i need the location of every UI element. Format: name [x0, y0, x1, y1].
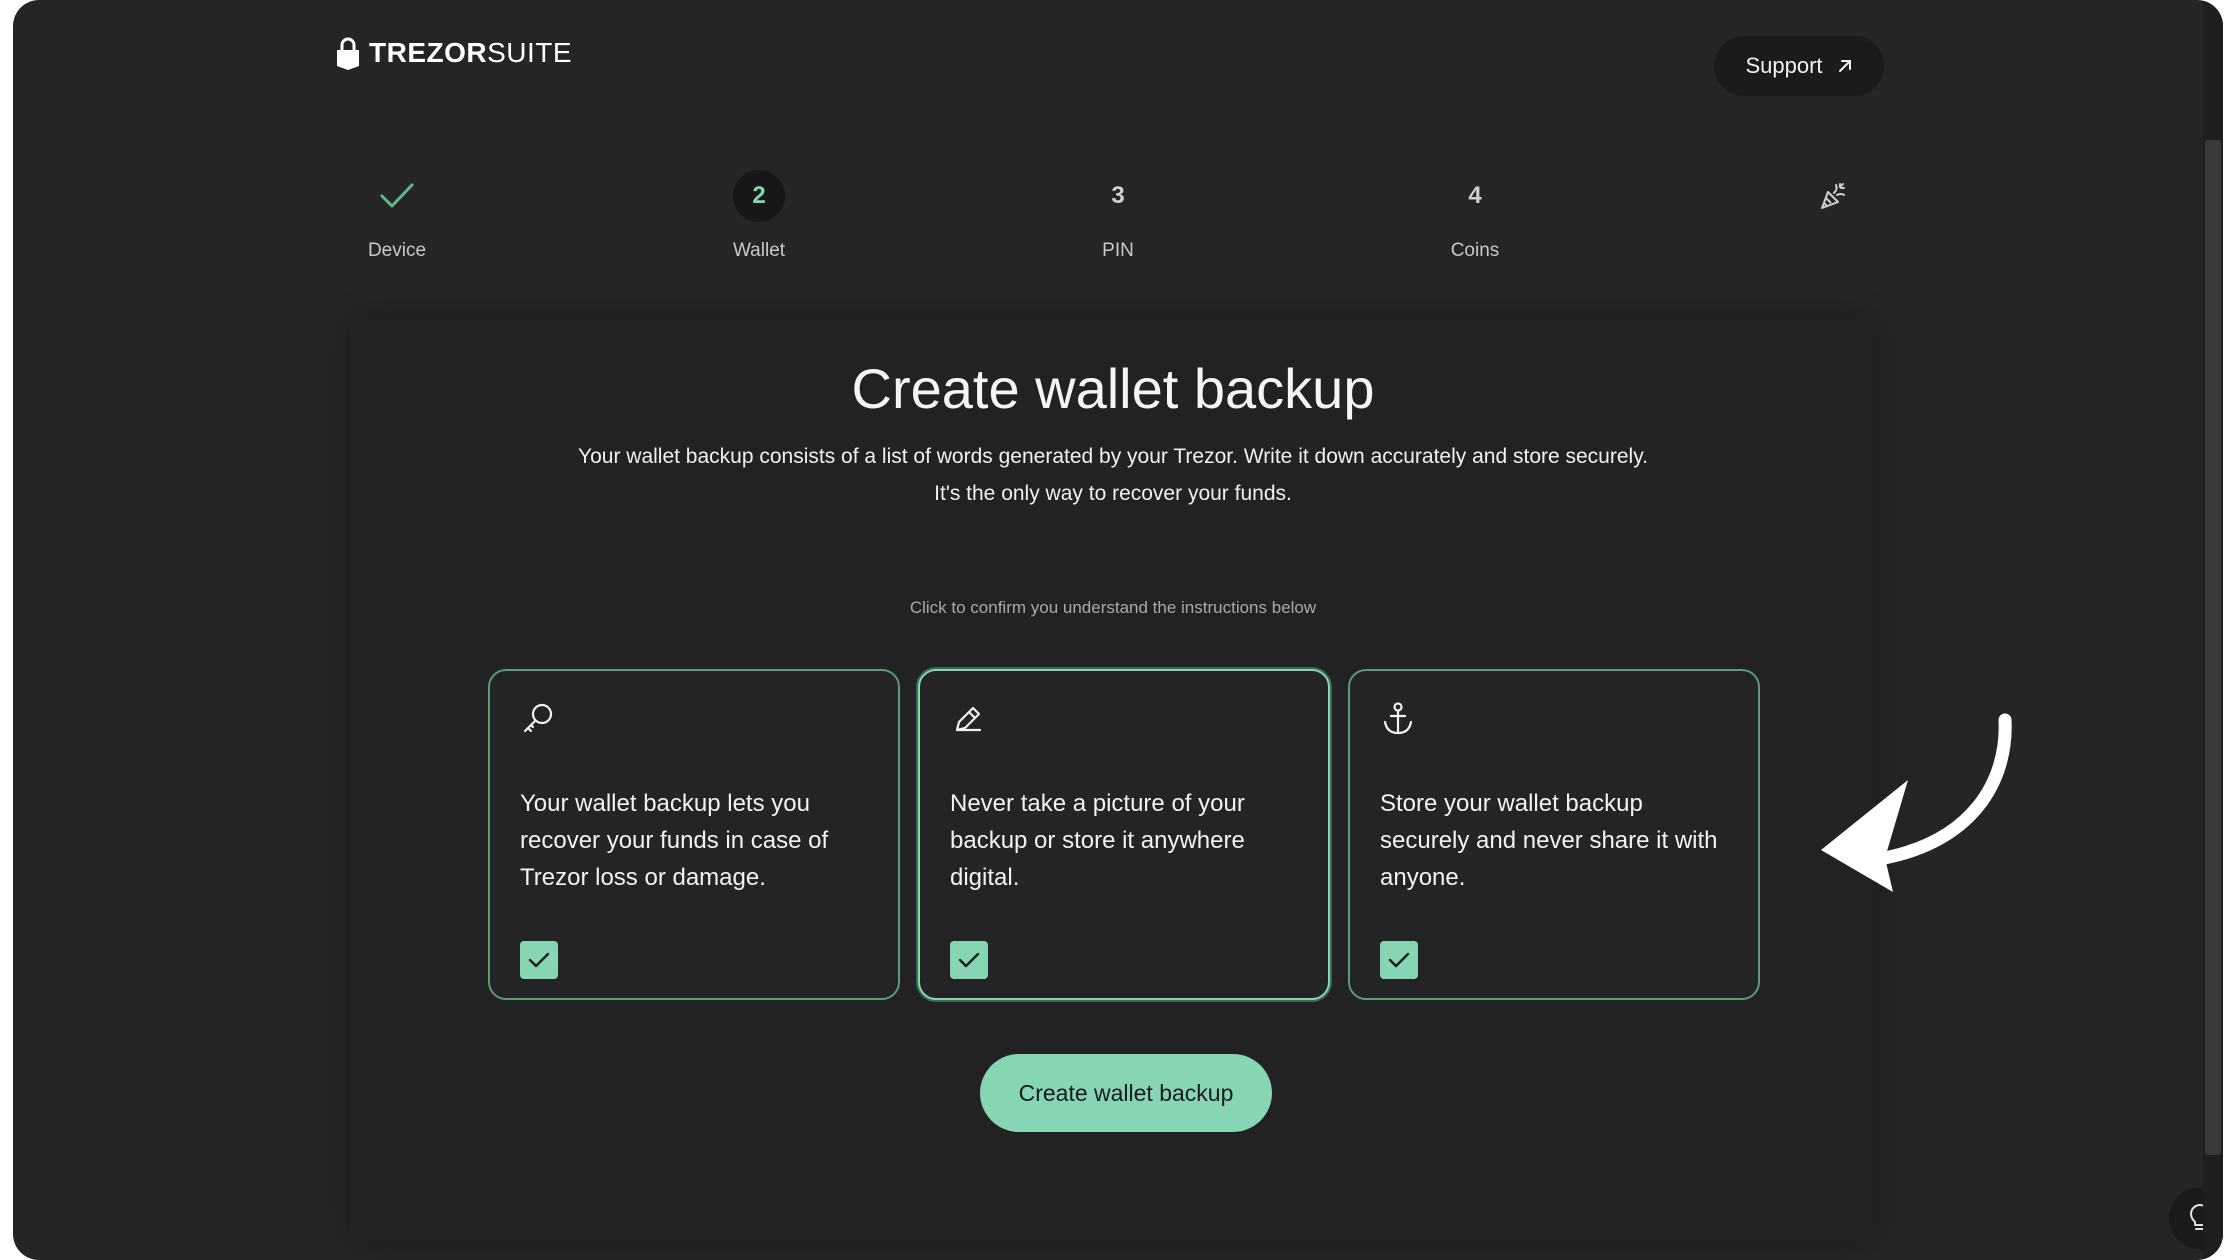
confirm-checkbox[interactable]	[950, 941, 988, 979]
check-icon	[528, 952, 550, 968]
check-icon	[1388, 952, 1410, 968]
step-wallet-number: 2	[733, 170, 785, 222]
instructions-hint: Click to confirm you understand the inst…	[909, 598, 1317, 617]
trezor-suite-logo: TREZORSUITE	[335, 36, 572, 70]
instruction-text: Never take a picture of your backup or s…	[950, 790, 1245, 891]
page-subtitle: Your wallet backup consists of a list of…	[450, 438, 1776, 512]
external-link-icon	[1838, 60, 1851, 72]
step-final	[1753, 170, 1913, 222]
scrollbar-thumb[interactable]	[2205, 140, 2221, 1155]
step-device-marker	[371, 170, 423, 222]
logo-text-bold: TREZOR	[369, 37, 488, 68]
backup-card: Create wallet backup Your wallet backup …	[350, 318, 1876, 1242]
curved-arrow-pointer	[1821, 713, 2012, 892]
app-window: TREZORSUITE Support Device 2 Wallet 3 PI…	[13, 0, 2223, 1260]
lock-icon	[337, 37, 359, 70]
onboarding-stepper: Device 2 Wallet 3 PIN 4 Coins	[13, 170, 2223, 280]
logo-text-light: SUITE	[487, 37, 573, 68]
scrollbar[interactable]	[2203, 0, 2223, 1260]
step-pin: 3 PIN	[1038, 170, 1198, 262]
instruction-text: Your wallet backup lets you recover your…	[520, 790, 829, 891]
step-pin-label: PIN	[1102, 240, 1134, 261]
party-popper-icon	[1821, 183, 1845, 209]
instruction-text: Store your wallet backup securely and ne…	[1380, 790, 1718, 891]
support-label: Support	[1745, 53, 1823, 78]
create-wallet-backup-button[interactable]: Create wallet backup	[980, 1054, 1272, 1132]
confirm-checkbox[interactable]	[1380, 941, 1418, 979]
anchor-icon	[1383, 702, 1413, 735]
step-pin-number: 3	[1111, 182, 1125, 209]
step-wallet-label: Wallet	[732, 240, 786, 261]
key-icon	[523, 703, 553, 733]
page-title: Create wallet backup	[851, 357, 1375, 420]
step-wallet: 2 Wallet	[679, 170, 839, 262]
step-coins: 4 Coins	[1395, 170, 1555, 262]
instruction-card-store-securely[interactable]: Store your wallet backup securely and ne…	[1348, 669, 1760, 1000]
step-final-marker	[1807, 170, 1859, 222]
confirm-checkbox[interactable]	[520, 941, 558, 979]
instruction-card-no-picture[interactable]: Never take a picture of your backup or s…	[918, 669, 1330, 1000]
step-coins-label: Coins	[1450, 240, 1500, 261]
step-device: Device	[317, 170, 477, 262]
pencil-icon	[955, 706, 982, 732]
step-device-label: Device	[367, 240, 427, 261]
step-coins-number: 4	[1468, 182, 1482, 209]
instruction-card-recover[interactable]: Your wallet backup lets you recover your…	[488, 669, 900, 1000]
check-icon	[958, 952, 980, 968]
subtitle-line-1: Your wallet backup consists of a list of…	[578, 445, 1648, 468]
support-button[interactable]: Support	[1714, 36, 1884, 96]
checkmark-icon	[380, 183, 414, 208]
subtitle-line-2: It's the only way to recover your funds.	[934, 482, 1292, 505]
